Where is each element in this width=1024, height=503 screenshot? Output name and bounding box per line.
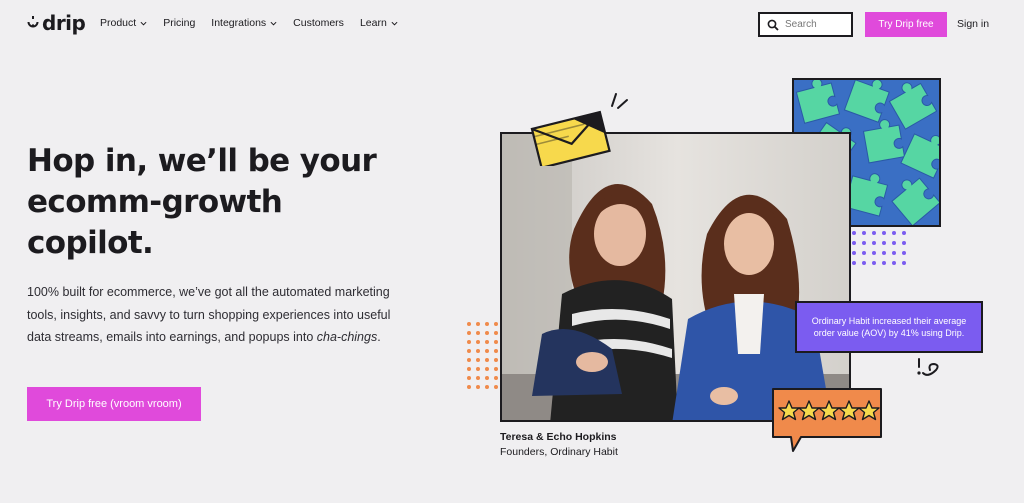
nav-links: Product Pricing Integrations Customers L…	[100, 17, 414, 29]
hero-title-line: copilot.	[27, 225, 154, 261]
nav-label: Learn	[359, 17, 387, 29]
logo-text: drip	[42, 11, 86, 35]
hero-title-line: ecomm-growth	[27, 184, 283, 220]
chevron-down-icon	[270, 21, 277, 26]
drip-logo-icon	[27, 16, 39, 28]
search-icon	[767, 19, 779, 31]
testimonial-stat-card: Ordinary Habit increased their average o…	[795, 301, 983, 353]
founders-role: Founders, Ordinary Habit	[500, 446, 618, 458]
nav-item-pricing[interactable]: Pricing	[163, 17, 195, 29]
top-navigation: drip Product Pricing Integrations Custom…	[0, 0, 1024, 48]
five-star-rating-bubble	[772, 388, 882, 452]
hero-title-line: Hop in, we’ll be your	[27, 143, 377, 179]
hero-description-emphasis: cha-chings	[316, 330, 378, 344]
squiggle-decoration	[917, 358, 939, 376]
testimonial-stat-text: Ordinary Habit increased their average o…	[811, 315, 967, 339]
chevron-down-icon	[391, 21, 398, 26]
hero-cta-button[interactable]: Try Drip free (vroom vroom)	[27, 387, 201, 421]
nav-item-learn[interactable]: Learn	[360, 17, 398, 29]
search-input[interactable]	[785, 19, 847, 30]
hero-description: 100% built for ecommerce, we’ve got all …	[27, 281, 407, 349]
try-drip-free-button[interactable]: Try Drip free	[865, 12, 947, 37]
nav-item-product[interactable]: Product	[100, 17, 147, 29]
chevron-down-icon	[140, 21, 147, 26]
nav-label: Customers	[293, 17, 344, 29]
nav-label: Product	[100, 17, 137, 29]
hero-title: Hop in, we’ll be your ecomm-growth copil…	[27, 141, 447, 264]
purple-dots-decoration	[852, 231, 906, 265]
nav-item-customers[interactable]: Customers	[293, 17, 344, 29]
nav-label: Pricing	[163, 17, 196, 29]
founders-name: Teresa & Echo Hopkins	[500, 431, 617, 443]
nav-label: Integrations	[211, 17, 267, 29]
envelope-icon	[530, 110, 611, 166]
sign-in-link[interactable]: Sign in	[957, 18, 989, 30]
hero-description-end: .	[377, 330, 381, 344]
founders-photo	[500, 132, 851, 422]
sparkle-lines-icon	[611, 93, 628, 109]
nav-item-integrations[interactable]: Integrations	[211, 17, 277, 29]
orange-dots-decoration	[467, 322, 498, 389]
founders-photo-graphic	[502, 134, 849, 420]
drip-logo[interactable]: drip	[27, 11, 86, 35]
search-box[interactable]	[758, 12, 853, 37]
